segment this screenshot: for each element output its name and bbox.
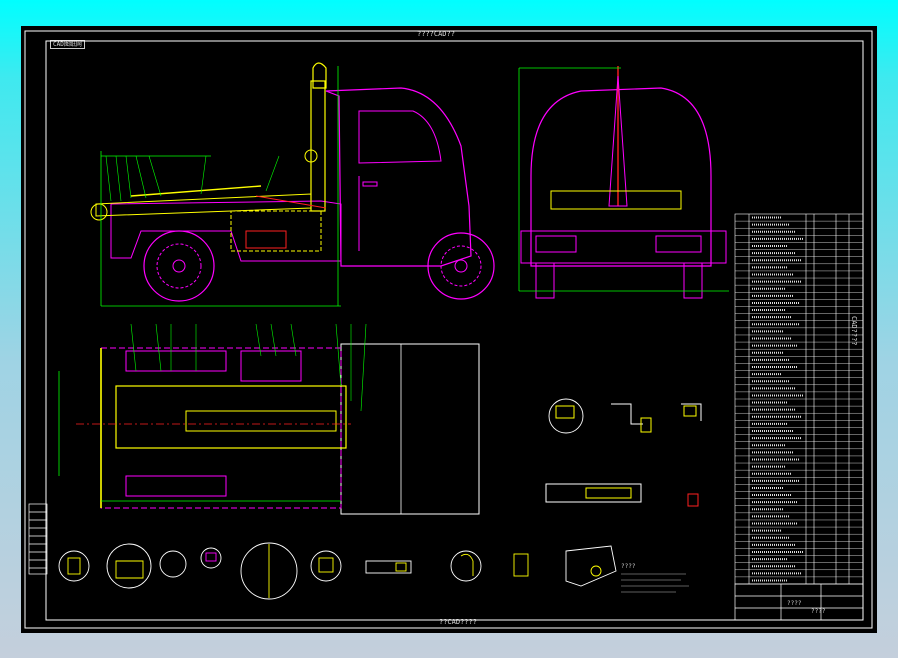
right-front-tire (683, 262, 703, 299)
detail-a (58, 550, 90, 582)
hook-top (312, 62, 327, 89)
chassis-frame (110, 200, 342, 262)
rear-wheel-rim (156, 243, 202, 289)
hydraulic-pump (245, 230, 287, 249)
detail-small-block (687, 493, 699, 507)
plan-hook-arm (115, 385, 347, 449)
cab-outline (325, 87, 472, 267)
title-block (734, 583, 864, 621)
bottom-details (58, 542, 617, 600)
left-front-tire (535, 262, 555, 299)
plan-rear-block-top (125, 350, 227, 372)
main-arm (95, 193, 312, 217)
front-hub (454, 259, 468, 273)
detail-d (200, 547, 222, 569)
plan-chassis-frame (100, 347, 342, 509)
side-leaders (105, 155, 280, 202)
rear-hub (172, 259, 186, 273)
cab-window (358, 110, 442, 164)
detail-b (106, 543, 152, 589)
plan-leaders (130, 323, 367, 412)
detail-j (565, 545, 617, 587)
drawing-sheet: ????CAD?? ??CAD???? CAD图纸网 CAD???? ???? … (21, 26, 877, 633)
plan-pump-block (240, 350, 302, 382)
left-grille (535, 235, 577, 253)
technical-notes (621, 573, 689, 593)
detail-h (450, 550, 482, 582)
right-grille (655, 235, 702, 253)
front-wheel-rim (440, 245, 482, 287)
section-details (545, 398, 702, 507)
inner-frame (45, 40, 864, 621)
cad-drawing (24, 30, 873, 629)
side-view (90, 62, 495, 307)
detail-c (159, 550, 187, 578)
rear-wheel (143, 230, 215, 302)
revision-table (28, 503, 48, 575)
plan-rear-block-bottom (125, 475, 227, 497)
detail-shaft (545, 483, 642, 503)
rear-roller (90, 203, 108, 221)
hook-arm-post (310, 80, 326, 212)
detail-bracket-2 (611, 403, 643, 425)
detail-circle-1 (548, 398, 584, 434)
plan-cab-outline (340, 343, 480, 515)
front-view (518, 66, 729, 299)
detail-i (513, 553, 529, 577)
plan-cylinder (185, 410, 337, 432)
detail-f (310, 550, 342, 582)
plan-view (58, 323, 480, 515)
cylinder-rod (130, 185, 262, 197)
cab-handle (362, 181, 378, 187)
